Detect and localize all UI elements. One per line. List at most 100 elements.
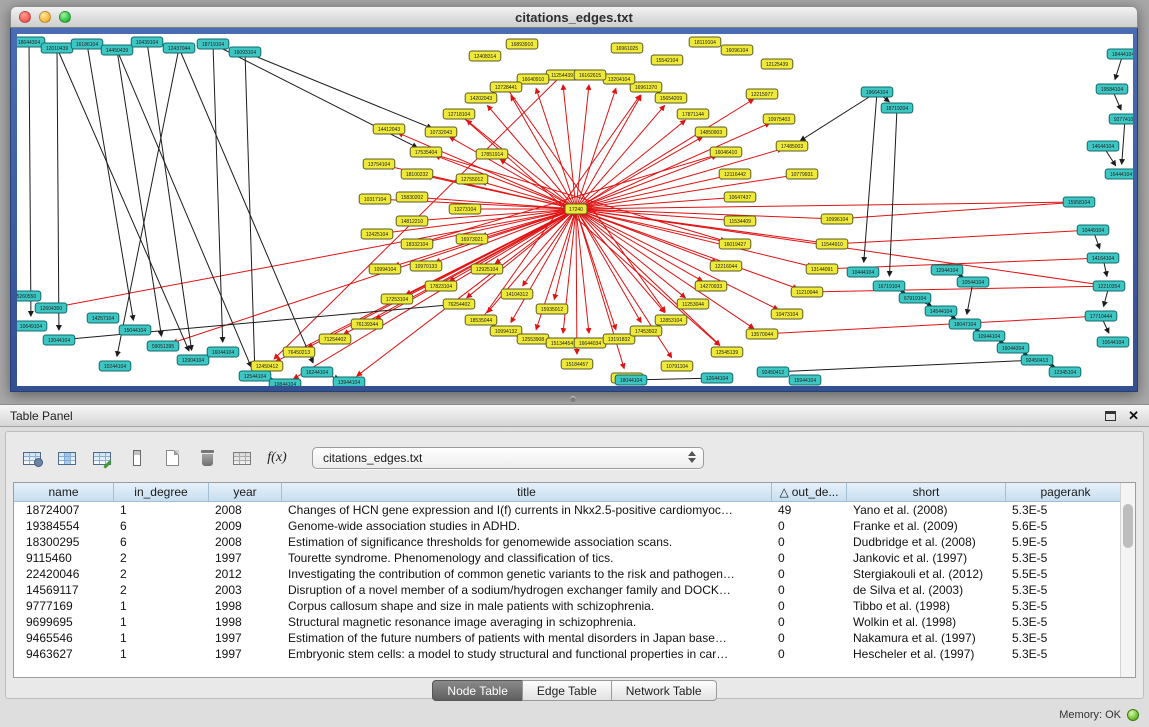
graph-node[interactable]: 10439104 <box>131 37 163 47</box>
table-row[interactable]: 946554611997Estimation of the future num… <box>14 630 1135 646</box>
graph-node[interactable]: 16186104 <box>71 39 103 49</box>
table-row[interactable]: 1938455462009Genome-wide association stu… <box>14 518 1135 534</box>
graph-node[interactable]: 17871144 <box>677 109 709 119</box>
graph-node[interactable]: 17240 <box>565 204 587 214</box>
column-header-name[interactable]: name <box>14 483 114 502</box>
table-row[interactable]: 977716911998Corpus callosum shape and si… <box>14 598 1135 614</box>
graph-node[interactable]: 12544104 <box>239 371 271 381</box>
graph-node[interactable]: 11253044 <box>677 299 709 309</box>
network-selector[interactable]: citations_edges.txt <box>312 447 704 469</box>
graph-edge[interactable] <box>576 209 577 354</box>
graph-edge[interactable] <box>467 209 576 298</box>
graph-edge[interactable] <box>800 92 877 141</box>
graph-edge[interactable] <box>576 120 685 209</box>
graph-node[interactable]: 14257104 <box>87 313 119 323</box>
graph-node[interactable]: 15958104 <box>1063 197 1095 207</box>
graph-node[interactable]: 13191832 <box>603 334 635 344</box>
graph-node[interactable]: 12116442 <box>719 169 751 179</box>
graph-node[interactable]: 25260550 <box>17 291 41 301</box>
column-header-year[interactable]: year <box>209 483 282 502</box>
graph-node[interactable]: 14104312 <box>501 289 533 299</box>
graph-node[interactable]: 10994132 <box>490 326 522 336</box>
new-file-icon[interactable] <box>158 445 186 471</box>
graph-node[interactable]: 12553908 <box>517 334 549 344</box>
graph-edge[interactable] <box>576 137 702 209</box>
graph-node[interactable]: 16162615 <box>574 70 606 80</box>
graph-node[interactable]: 12904104 <box>177 355 209 365</box>
graph-node[interactable]: 14164104 <box>1087 253 1119 263</box>
graph-edge[interactable] <box>147 42 192 350</box>
graph-node[interactable]: 16961370 <box>630 82 662 92</box>
graph-node[interactable]: 13204104 <box>603 74 635 84</box>
graph-node[interactable]: 10473104 <box>771 309 803 319</box>
tab-edge-table[interactable]: Edge Table <box>522 680 612 701</box>
graph-edge[interactable] <box>864 92 877 262</box>
graph-node[interactable]: 10970133 <box>410 261 442 271</box>
graph-edge[interactable] <box>450 137 576 209</box>
graph-node[interactable]: 12216044 <box>710 261 742 271</box>
table-row[interactable]: 2242004622012Investigating the contribut… <box>14 566 1135 582</box>
graph-node[interactable]: 10647437 <box>724 192 756 202</box>
graph-node[interactable]: 16961025 <box>611 43 643 53</box>
graph-node[interactable]: 17823104 <box>425 281 457 291</box>
float-panel-icon[interactable] <box>1105 411 1116 421</box>
graph-node[interactable]: 14450439 <box>101 45 133 55</box>
graph-node[interactable]: 14270933 <box>695 281 727 291</box>
graph-node[interactable]: 10244104 <box>99 361 131 371</box>
graph-node[interactable]: 19664104 <box>861 87 893 97</box>
graph-node[interactable]: 17253104 <box>381 294 413 304</box>
graph-node[interactable]: 10975403 <box>763 114 795 124</box>
graph-node[interactable]: 10544104 <box>957 277 989 287</box>
graph-node[interactable]: 12718104 <box>443 109 475 119</box>
graph-node[interactable]: 13570044 <box>746 329 778 339</box>
graph-edge[interactable] <box>467 120 576 209</box>
graph-edge[interactable] <box>87 44 133 320</box>
graph-node[interactable]: 10649104 <box>17 321 47 331</box>
graph-node[interactable]: 14644104 <box>1087 141 1119 151</box>
graph-edge[interactable] <box>807 286 1099 292</box>
graph-edge[interactable] <box>481 95 640 320</box>
graph-edge[interactable] <box>117 50 251 367</box>
column-header-pagerank[interactable]: pagerank <box>1006 483 1126 502</box>
table-row[interactable]: 911546021997Tourette syndrome. Phenomeno… <box>14 550 1135 566</box>
graph-node[interactable]: 14544104 <box>925 306 957 316</box>
graph-node[interactable]: 10791104 <box>661 361 693 371</box>
scrollbar-thumb[interactable] <box>1123 504 1133 548</box>
graph-edge[interactable] <box>61 209 576 306</box>
graph-node[interactable]: 10444104 <box>847 267 879 277</box>
table-row[interactable]: 1872400712008Changes of HCN gene express… <box>14 502 1135 518</box>
graph-node[interactable]: 12215977 <box>746 89 778 99</box>
function-icon[interactable]: f(x) <box>263 445 291 471</box>
graph-node[interactable]: 12545139 <box>711 347 743 357</box>
column-header-in_degree[interactable]: in_degree <box>114 483 209 502</box>
graph-node[interactable]: 13944104 <box>333 377 365 386</box>
graph-edge[interactable] <box>576 176 792 209</box>
graph-node[interactable]: 76450213 <box>283 347 315 357</box>
graph-edge[interactable] <box>245 52 432 128</box>
tab-network-table[interactable]: Network Table <box>611 680 717 701</box>
graph-edge[interactable] <box>523 209 576 286</box>
graph-node[interactable]: 14850903 <box>695 127 727 137</box>
graph-node[interactable]: 76254402 <box>443 299 475 309</box>
graph-node[interactable]: 15944104 <box>789 375 821 385</box>
graph-node[interactable]: 17851914 <box>476 149 508 159</box>
graph-node[interactable]: 17485003 <box>776 141 808 151</box>
graph-node[interactable]: 10994104 <box>369 264 401 274</box>
graph-node[interactable]: 18644304 <box>17 37 45 47</box>
graph-node[interactable]: 16719104 <box>873 281 905 291</box>
tab-node-table[interactable]: Node Table <box>432 680 523 701</box>
graph-canvas-svg[interactable]: 1724011254439166409101272844114202043127… <box>17 34 1133 386</box>
graph-node[interactable]: 12450412 <box>251 361 283 371</box>
table-options-icon[interactable] <box>18 445 46 471</box>
graph-node[interactable]: 15184457 <box>561 359 593 369</box>
graph-node[interactable]: 12853104 <box>655 315 687 325</box>
graph-edge[interactable] <box>773 360 1027 372</box>
delete-icon[interactable] <box>193 445 221 471</box>
graph-edge[interactable] <box>1122 119 1125 164</box>
panel-resize-handle[interactable] <box>570 396 576 402</box>
graph-node[interactable]: 17710444 <box>1085 311 1117 321</box>
table-row[interactable]: 1830029562008Estimation of significance … <box>14 534 1135 550</box>
graph-node[interactable]: 15542104 <box>651 55 683 65</box>
graph-node[interactable]: 14412043 <box>373 124 405 134</box>
graph-node[interactable]: 16973021 <box>456 234 488 244</box>
